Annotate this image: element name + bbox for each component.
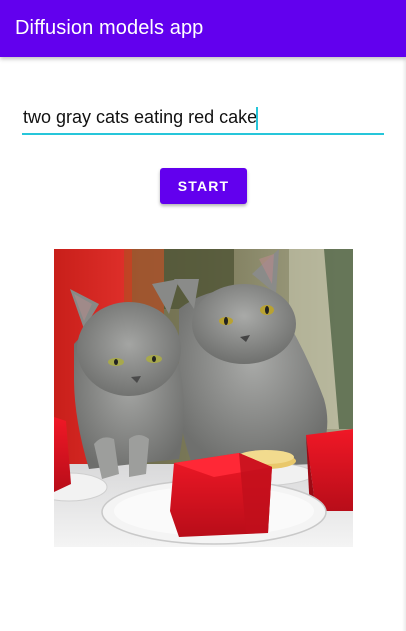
screen-edge [402, 57, 406, 631]
app-screen: Diffusion models app START [0, 0, 406, 631]
start-button[interactable]: START [160, 168, 247, 204]
app-title: Diffusion models app [15, 17, 204, 39]
prompt-field[interactable] [22, 104, 384, 135]
app-bar: Diffusion models app [0, 0, 406, 57]
text-cursor [256, 107, 258, 130]
generated-image [54, 249, 353, 547]
prompt-input[interactable] [22, 104, 384, 133]
